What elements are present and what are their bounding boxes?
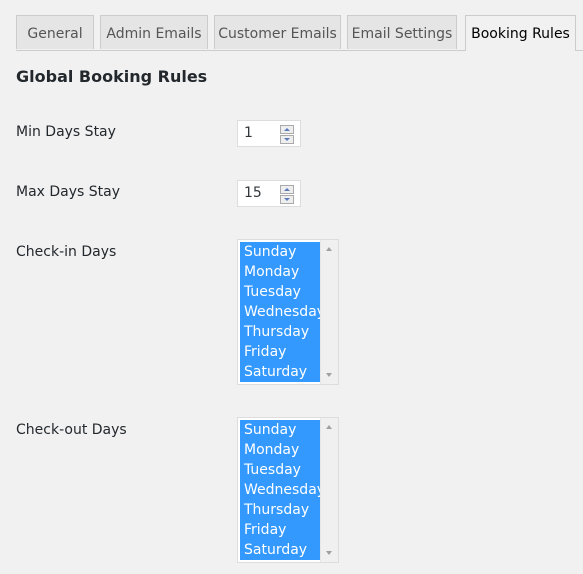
checkin-option[interactable]: Tuesday: [240, 282, 320, 302]
checkout-option[interactable]: Friday: [240, 520, 320, 540]
tab-general[interactable]: General: [16, 15, 94, 49]
checkin-option[interactable]: Monday: [240, 262, 320, 282]
checkout-option[interactable]: Saturday: [240, 540, 320, 560]
checkin-option[interactable]: Saturday: [240, 362, 320, 382]
tab-booking-rules[interactable]: Booking Rules: [465, 15, 576, 51]
section-heading: Global Booking Rules: [16, 67, 208, 86]
max-days-label: Max Days Stay: [16, 184, 121, 200]
checkout-scrollbar[interactable]: [320, 418, 338, 562]
max-days-spinner[interactable]: [280, 185, 294, 204]
scroll-up-icon[interactable]: [326, 247, 332, 251]
checkout-option[interactable]: Monday: [240, 440, 320, 460]
min-days-input[interactable]: 1: [237, 120, 301, 147]
max-days-value: 15: [244, 185, 262, 201]
checkin-scrollbar[interactable]: [320, 240, 338, 384]
checkout-option[interactable]: Wednesday: [240, 480, 320, 500]
scroll-down-icon[interactable]: [326, 551, 332, 555]
scroll-up-icon[interactable]: [326, 425, 332, 429]
tab-admin-emails[interactable]: Admin Emails: [100, 15, 208, 49]
checkin-days-select[interactable]: Sunday Monday Tuesday Wednesday Thursday…: [237, 239, 339, 385]
tab-email-settings[interactable]: Email Settings: [347, 15, 457, 49]
scroll-down-icon[interactable]: [326, 373, 332, 377]
checkout-days-label: Check-out Days: [16, 422, 127, 438]
checkin-option[interactable]: Thursday: [240, 322, 320, 342]
min-days-label: Min Days Stay: [16, 124, 116, 140]
checkin-option[interactable]: Friday: [240, 342, 320, 362]
checkout-option[interactable]: Thursday: [240, 500, 320, 520]
max-days-input[interactable]: 15: [237, 180, 301, 207]
checkin-days-label: Check-in Days: [16, 244, 117, 260]
settings-tabs: General Admin Emails Customer Emails Ema…: [16, 15, 583, 51]
checkout-days-select[interactable]: Sunday Monday Tuesday Wednesday Thursday…: [237, 417, 339, 563]
decrement-icon[interactable]: [280, 195, 294, 204]
checkin-option[interactable]: Wednesday: [240, 302, 320, 322]
checkout-option[interactable]: Tuesday: [240, 460, 320, 480]
checkin-option[interactable]: Sunday: [240, 242, 320, 262]
increment-icon[interactable]: [280, 185, 294, 194]
decrement-icon[interactable]: [280, 135, 294, 144]
checkout-option[interactable]: Sunday: [240, 420, 320, 440]
min-days-spinner[interactable]: [280, 125, 294, 144]
tab-customer-emails[interactable]: Customer Emails: [214, 15, 341, 49]
min-days-value: 1: [244, 125, 253, 141]
increment-icon[interactable]: [280, 125, 294, 134]
